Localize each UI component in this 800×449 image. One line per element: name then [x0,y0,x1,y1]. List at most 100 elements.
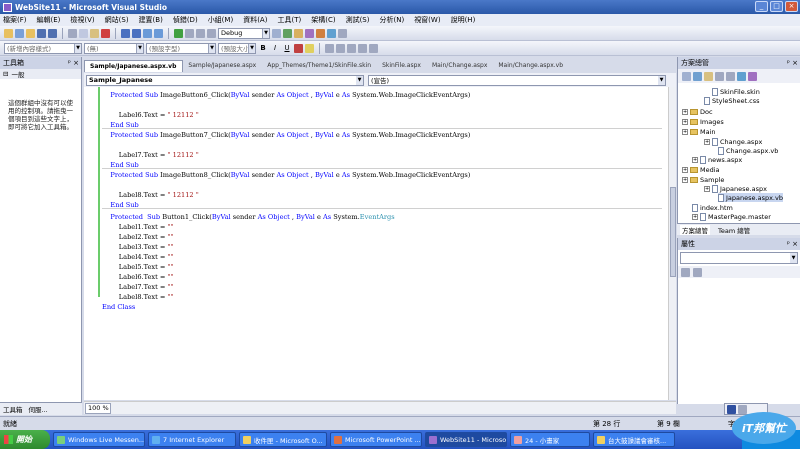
view-code-icon[interactable] [715,71,724,81]
tree-node[interactable]: + news.aspx [692,155,742,164]
tree-node[interactable]: + Images [682,117,724,126]
code-line[interactable]: Protected Sub ImageButton6_Click(ByVal s… [102,90,470,100]
cut-icon[interactable] [68,28,77,38]
font-family-combo[interactable]: (無) ▼ [84,42,144,54]
scroll-thumb[interactable] [670,187,676,277]
code-line[interactable]: Label8.Text = "" [102,292,174,302]
open-file-icon[interactable] [26,28,35,38]
highlight-icon[interactable] [305,43,314,53]
delete-icon[interactable] [101,28,110,38]
toolbox-icon[interactable] [316,28,325,38]
menu-test[interactable]: 測試(S) [346,15,370,25]
editor-vertical-scrollbar[interactable] [668,87,676,400]
help-icon[interactable] [738,404,747,414]
code-line[interactable]: Label7.Text = "" [102,282,174,292]
solution-config-combo[interactable]: Debug ▼ [218,27,270,39]
refresh-icon[interactable] [693,71,702,81]
code-line[interactable]: Protected Sub ImageButton8_Click(ByVal s… [102,170,470,180]
zoom-combo[interactable]: 100 % [85,402,111,414]
font-color-icon[interactable] [294,43,303,53]
align-left-icon[interactable] [325,43,334,53]
stop-icon[interactable] [196,28,205,38]
find-icon[interactable] [272,28,281,38]
code-line[interactable]: Protected Sub ImageButton7_Click(ByVal s… [102,130,470,140]
solution-explorer-icon[interactable] [283,28,292,38]
copy-icon[interactable] [79,28,88,38]
target-rule-combo[interactable]: (新增內容樣式) ▼ [4,42,82,54]
task-paint[interactable]: 24 - 小畫家 [510,432,590,447]
menu-debug[interactable]: 偵錯(D) [173,15,198,25]
tree-node[interactable]: + Sample [682,175,724,184]
expand-icon[interactable]: + [692,213,698,220]
editor-horizontal-scrollbar[interactable]: 100 % [84,401,676,414]
method-name-combo[interactable]: (宣告) ▼ [368,74,666,86]
restart-icon[interactable] [207,28,216,38]
pause-icon[interactable] [185,28,194,38]
italic-button[interactable]: I [270,44,280,52]
code-line[interactable]: Label2.Text = "" [102,232,174,242]
tab-japanese-aspx[interactable]: Sample/Japanese.aspx [183,60,262,72]
new-project-icon[interactable] [4,28,13,38]
align-center-icon[interactable] [336,43,345,53]
expand-icon[interactable]: + [692,156,698,163]
expand-icon[interactable]: + [682,118,688,125]
input-method-icon[interactable] [727,404,736,414]
task-powerpoint[interactable]: Microsoft PowerPoint ... [330,432,422,447]
task-outlook[interactable]: 收件匣 - Microsoft O... [239,432,327,447]
expand-icon[interactable]: + [682,176,688,183]
tab-skinfile-aspx[interactable]: SkinFile.aspx [377,60,427,72]
navigate-forward-icon[interactable] [154,28,163,38]
categorized-icon[interactable] [681,267,690,277]
code-line[interactable]: Label7.Text = " 12112 " [102,150,199,160]
redo-icon[interactable] [132,28,141,38]
menu-window[interactable]: 視窗(W) [414,15,440,25]
pin-icon[interactable]: ᵖ × [68,59,79,67]
code-line[interactable]: Label1.Text = "" [102,222,174,232]
menu-build[interactable]: 建置(B) [139,15,163,25]
tab-team-explorer[interactable]: Team 總管 [718,225,750,235]
expand-icon[interactable]: + [704,185,710,192]
tab-toolbox[interactable]: 工具箱 [3,404,23,414]
tree-node[interactable]: StyleSheet.css [704,96,760,105]
maximize-button[interactable]: □ [770,1,783,12]
minimize-button[interactable]: _ [755,1,768,12]
pin-icon[interactable]: ᵖ × [787,59,798,67]
object-browser-icon[interactable] [305,28,314,38]
tree-node[interactable]: index.htm [692,203,733,212]
code-line[interactable]: Label4.Text = "" [102,252,174,262]
code-line[interactable]: Label5.Text = "" [102,262,174,272]
align-right-icon[interactable] [347,43,356,53]
task-browser[interactable]: 台大鼓譟議會審核... [593,432,675,447]
menu-team[interactable]: 小組(M) [208,15,234,25]
tab-skinfile-skin[interactable]: App_Themes/Theme1/SkinFile.skin [262,60,377,72]
expand-icon[interactable]: + [704,138,710,145]
font-name-combo[interactable]: (預設字型) ▼ [146,42,216,54]
expand-icon[interactable]: + [682,166,688,173]
close-button[interactable]: × [785,1,798,12]
menu-website[interactable]: 網站(S) [105,15,129,25]
undo-icon[interactable] [121,28,130,38]
copy-website-icon[interactable] [737,71,746,81]
navigate-back-icon[interactable] [143,28,152,38]
bold-button[interactable]: B [258,44,268,52]
toolbox-group[interactable]: ⊟ 一般 [0,69,81,79]
start-debugging-icon[interactable] [174,28,183,38]
tab-change-aspx-vb[interactable]: Main/Change.aspx.vb [493,60,569,72]
view-designer-icon[interactable] [726,71,735,81]
code-line[interactable]: Protected Sub Button1_Click(ByVal sender… [102,212,394,222]
tree-node[interactable]: + Media [682,165,720,174]
properties-object-selector[interactable]: ▼ [680,252,798,264]
tree-node[interactable]: + MasterPage.master [692,212,771,221]
save-all-icon[interactable] [48,28,57,38]
tree-node[interactable]: + Main [682,127,716,136]
pin-icon[interactable]: ᵖ × [787,240,798,248]
code-line[interactable]: Label3.Text = "" [102,242,174,252]
tab-japanese-aspx-vb[interactable]: Sample/Japanese.aspx.vb [84,60,184,72]
menu-view[interactable]: 檢視(V) [70,15,94,25]
save-icon[interactable] [37,28,46,38]
menu-architecture[interactable]: 架構(C) [311,15,335,25]
alphabetical-icon[interactable] [693,267,702,277]
code-line[interactable]: End Class [102,302,135,312]
code-editor[interactable]: Protected Sub ImageButton6_Click(ByVal s… [84,87,668,400]
menu-file[interactable]: 檔案(F) [3,15,27,25]
